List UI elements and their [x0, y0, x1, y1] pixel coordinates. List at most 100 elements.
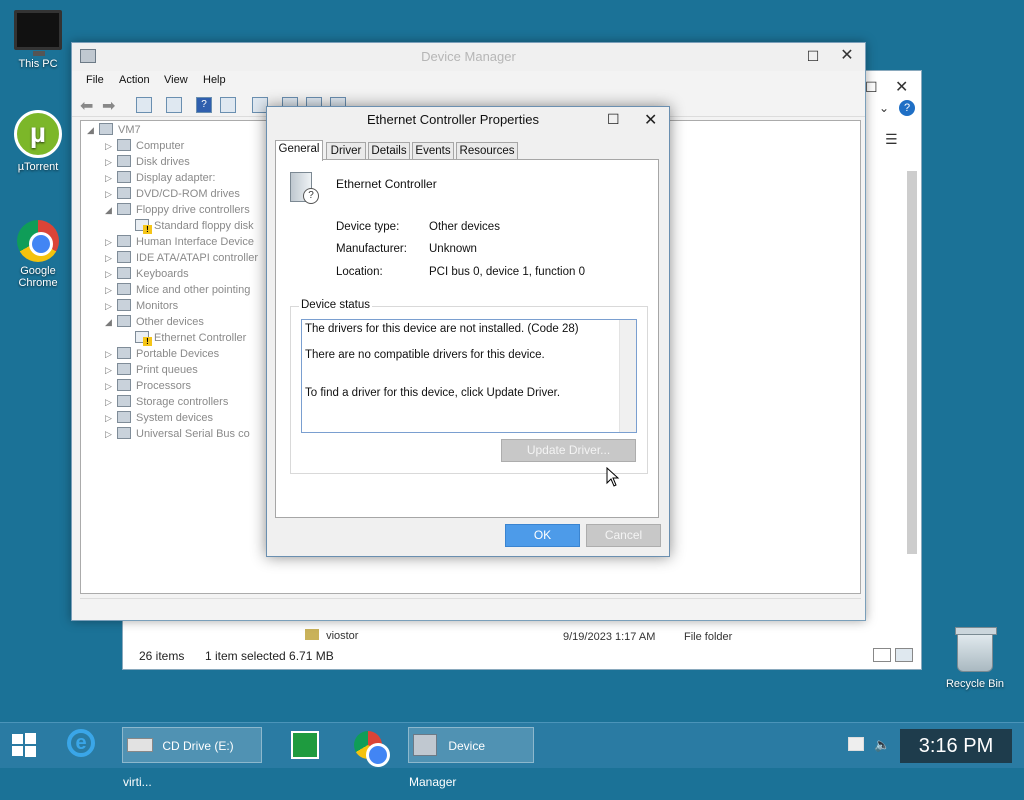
tab-details[interactable]: Details	[368, 142, 410, 160]
tab-resources[interactable]: Resources	[456, 142, 518, 160]
device-category-icon	[117, 411, 131, 423]
desktop-icon-utorrent[interactable]: µ µTorrent	[0, 110, 76, 173]
tree-item[interactable]: ▷ System devices	[105, 411, 213, 427]
back-arrow-icon[interactable]: ⬅	[80, 96, 93, 116]
network-icon[interactable]	[848, 737, 864, 751]
maximize-icon[interactable]: ☐	[607, 111, 620, 128]
windows-logo-icon	[12, 733, 36, 757]
tree-item[interactable]: ▷ Processors	[105, 379, 191, 395]
collapsed-arrow-icon[interactable]: ▷	[105, 413, 117, 424]
tree-item[interactable]: Ethernet Controller	[123, 331, 246, 347]
menu-file[interactable]: File	[86, 74, 104, 86]
tree-item[interactable]: ▷ Keyboards	[105, 267, 189, 283]
collapsed-arrow-icon[interactable]: ▷	[105, 253, 117, 264]
tree-item[interactable]: ▷ Display adapter:	[105, 171, 216, 187]
scrollbar[interactable]	[619, 320, 636, 432]
store-icon	[291, 731, 319, 759]
properties-icon[interactable]	[136, 97, 152, 113]
tree-item[interactable]: ▷ Monitors	[105, 299, 178, 315]
tree-item[interactable]: ▷ DVD/CD-ROM drives	[105, 187, 240, 203]
tab-events[interactable]: Events	[412, 142, 454, 160]
help-icon[interactable]: ?	[196, 97, 212, 113]
volume-muted-icon[interactable]: 🔈	[874, 737, 890, 752]
store-button[interactable]	[288, 727, 322, 763]
forward-arrow-icon[interactable]: ➡	[102, 96, 115, 116]
tab-driver[interactable]: Driver	[326, 142, 366, 160]
collapsed-arrow-icon[interactable]: ▷	[105, 429, 117, 440]
tree-item[interactable]: ▷ Print queues	[105, 363, 198, 379]
tree-item[interactable]: ◢ VM7	[87, 123, 141, 139]
manufacturer-label: Manufacturer:	[336, 243, 407, 255]
tree-item[interactable]: ▷ Disk drives	[105, 155, 190, 171]
list-item[interactable]: viostor	[305, 629, 358, 642]
collapsed-arrow-icon[interactable]: ▷	[105, 269, 117, 280]
help-icon[interactable]: ?	[899, 100, 915, 116]
collapsed-arrow-icon[interactable]: ▷	[105, 173, 117, 184]
taskbar-device-manager-button[interactable]: Device Manager	[408, 727, 534, 789]
device-view-icon[interactable]	[220, 97, 236, 113]
menu-view[interactable]: View	[164, 74, 188, 86]
maximize-button[interactable]: ☐	[796, 43, 830, 69]
tree-item[interactable]: ◢ Other devices	[105, 315, 204, 331]
chrome-icon	[354, 731, 390, 767]
tree-item[interactable]: Standard floppy disk	[123, 219, 254, 235]
ok-button[interactable]: OK	[505, 524, 580, 547]
update-driver-button[interactable]: Update Driver...	[501, 439, 636, 462]
mouse-cursor-icon	[606, 467, 620, 487]
tree-item[interactable]: ▷ Universal Serial Bus co	[105, 427, 250, 443]
collapsed-arrow-icon[interactable]: ▷	[105, 301, 117, 312]
clock[interactable]: 3:16 PM	[900, 729, 1012, 763]
collapsed-arrow-icon[interactable]: ▷	[105, 349, 117, 360]
cancel-button[interactable]: Cancel	[586, 524, 661, 547]
internet-explorer-button[interactable]: e	[62, 727, 100, 763]
desktop-icon-this-pc[interactable]: This PC	[0, 10, 76, 70]
tree-item-label: Mice and other pointing	[136, 284, 251, 296]
maximize-icon[interactable]: ☐	[865, 79, 895, 99]
device-category-icon	[117, 363, 131, 375]
collapsed-arrow-icon[interactable]: ▷	[105, 189, 117, 200]
tree-item[interactable]: ▷ IDE ATA/ATAPI controller	[105, 251, 258, 267]
tree-item[interactable]: ◢ Floppy drive controllers	[105, 203, 250, 219]
large-icons-layout-icon[interactable]	[895, 648, 913, 662]
folder-icon	[305, 629, 319, 640]
tree-item[interactable]: ▷ Computer	[105, 139, 184, 155]
start-button[interactable]	[10, 727, 40, 763]
taskbar-cd-drive-button[interactable]: CD Drive (E:) virti...	[122, 727, 262, 789]
menu-help[interactable]: Help	[203, 74, 226, 86]
details-view-icon[interactable]: ☰	[885, 131, 898, 148]
tree-item-label: Floppy drive controllers	[136, 204, 250, 216]
collapsed-arrow-icon[interactable]: ▷	[105, 397, 117, 408]
collapsed-arrow-icon[interactable]: ▷	[105, 237, 117, 248]
chrome-taskbar-button[interactable]	[351, 727, 390, 767]
collapsed-arrow-icon[interactable]: ▷	[105, 365, 117, 376]
chevron-down-icon[interactable]: ⌄	[879, 101, 889, 115]
collapsed-arrow-icon[interactable]: ▷	[105, 381, 117, 392]
device-status-textbox[interactable]: The drivers for this device are not inst…	[301, 319, 637, 433]
tree-item[interactable]: ▷ Human Interface Device	[105, 235, 254, 251]
desktop-icon-google-chrome[interactable]: Google Chrome	[0, 220, 76, 289]
desktop-icon-recycle-bin[interactable]: Recycle Bin	[937, 627, 1013, 690]
details-layout-icon[interactable]	[873, 648, 891, 662]
tree-item[interactable]: ▷ Storage controllers	[105, 395, 228, 411]
scrollbar[interactable]	[907, 171, 917, 554]
title-bar[interactable]: Device Manager ☐ ✕	[72, 43, 865, 71]
tab-strip: General Driver Details Events Resources	[275, 140, 661, 161]
menu-action[interactable]: Action	[119, 74, 150, 86]
tab-general[interactable]: General	[275, 140, 323, 161]
general-tab-panel: Ethernet Controller Device type: Other d…	[275, 159, 659, 518]
collapsed-arrow-icon[interactable]: ▷	[105, 285, 117, 296]
close-icon[interactable]: ✕	[644, 110, 657, 130]
tree-item-label: Display adapter:	[136, 172, 216, 184]
tree-item[interactable]: ▷ Mice and other pointing	[105, 283, 250, 299]
collapsed-arrow-icon[interactable]: ▷	[105, 141, 117, 152]
warning-device-icon	[135, 219, 152, 234]
close-button[interactable]: ✕	[830, 43, 864, 69]
expanded-arrow-icon[interactable]: ◢	[87, 125, 99, 136]
tree-item[interactable]: ▷ Portable Devices	[105, 347, 219, 363]
collapsed-arrow-icon[interactable]: ▷	[105, 157, 117, 168]
ethernet-controller-properties-dialog[interactable]: Ethernet Controller Properties ☐ ✕ Gener…	[266, 106, 670, 557]
list-view-icon[interactable]	[166, 97, 182, 113]
close-icon[interactable]: ✕	[895, 77, 921, 97]
expanded-arrow-icon[interactable]: ◢	[105, 317, 117, 328]
expanded-arrow-icon[interactable]: ◢	[105, 205, 117, 216]
